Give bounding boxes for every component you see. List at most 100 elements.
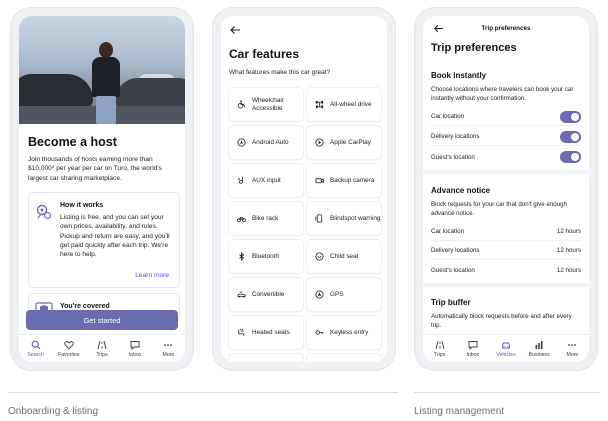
row-label: Guest's location [431, 153, 475, 161]
caption-listing-management: Listing management [414, 406, 505, 417]
learn-more-link[interactable]: Learn more [135, 272, 169, 279]
key-icon [315, 330, 324, 335]
heated-seat-icon [238, 328, 245, 336]
tab-label: Inbox [128, 351, 142, 358]
phone-car-features: Car features What features make this car… [213, 8, 395, 370]
instant-book-toggle[interactable] [560, 110, 581, 123]
tab-vehicles[interactable]: Vehicles [489, 335, 522, 362]
wheelchair-icon [237, 100, 246, 109]
tab-business[interactable]: Business [523, 335, 556, 362]
page-title: Trip preferences [431, 42, 517, 54]
row-value: 12 hours [556, 228, 581, 235]
advance-notice-row-delivery-locations[interactable]: Delivery locations 12 hours [431, 242, 581, 260]
road-icon [435, 340, 445, 349]
section-divider [423, 170, 589, 174]
tab-more[interactable]: More [152, 335, 185, 362]
child-seat-icon [315, 252, 324, 261]
feature-heated-seats[interactable]: Heated seats [229, 316, 303, 349]
feature-label: AUX input [252, 176, 281, 184]
aux-icon [238, 176, 243, 184]
bottom-tab-bar: Search Favorites Trips Inbox More [19, 334, 185, 362]
tab-inbox[interactable]: Inbox [119, 335, 152, 362]
back-arrow-icon[interactable] [229, 24, 241, 36]
tab-trips[interactable]: Trips [85, 335, 118, 362]
how-it-works-title: How it works [60, 202, 104, 209]
gps-icon [315, 290, 324, 299]
section-description-advance-notice: Block requests for your car that don't g… [431, 201, 568, 217]
phone-trip-preferences: Trip preferences Trip preferences Book i… [415, 8, 597, 370]
feature-label: GPS [330, 290, 344, 298]
chat-icon [130, 340, 140, 350]
caption-onboarding: Onboarding & listing [8, 406, 99, 417]
feature-blindspot-warning[interactable]: Blindspot warning [307, 202, 381, 235]
feature-aux-input[interactable]: AUX input [229, 164, 303, 197]
nav-header-title: Trip preferences [481, 25, 531, 32]
row-label: Car location [431, 113, 465, 120]
tab-label: More [162, 351, 175, 358]
row-label: Delivery locations [431, 133, 480, 140]
tab-search[interactable]: Search [19, 335, 52, 362]
section-title-trip-buffer: Trip buffer [431, 298, 471, 307]
screen-trip-preferences: Trip preferences Trip preferences Book i… [423, 16, 589, 362]
feature-apple-carplay[interactable]: Apple CarPlay [307, 126, 381, 159]
feature-backup-camera[interactable]: Backup camera [307, 164, 381, 197]
heart-icon [64, 340, 74, 349]
advance-notice-row-guests-location[interactable]: Guest's location 12 hours [431, 261, 581, 279]
tab-inbox[interactable]: Inbox [456, 335, 489, 362]
feature-all-wheel-drive[interactable]: All-wheel drive [307, 88, 381, 121]
bar-chart-icon [535, 340, 543, 349]
feature-gps[interactable]: GPS [307, 278, 381, 311]
showcase: Become a host Join thousands of hosts ea… [0, 0, 608, 421]
instant-book-toggle[interactable] [560, 151, 581, 163]
feature-android-auto[interactable]: Android Auto [229, 126, 303, 159]
carplay-icon [315, 138, 324, 147]
feature-bike-rack[interactable]: Bike rack [229, 202, 303, 235]
blindspot-icon [315, 214, 323, 223]
feature-label: Heated seats [252, 328, 290, 336]
page-title: Become a host [28, 135, 117, 149]
row-value: 12 hours [556, 247, 581, 254]
tab-label: Business [528, 351, 550, 358]
tab-label: Trips [433, 351, 446, 358]
how-it-works-description: Listing is free, and you can set your ow… [60, 214, 170, 259]
gears-icon [36, 204, 52, 220]
section-title-advance-notice: Advance notice [431, 186, 491, 195]
page-subtitle: What features make this car great? [229, 69, 331, 76]
caption-rule [414, 392, 600, 393]
android-auto-icon [237, 138, 246, 147]
row-value: 12 hours [556, 266, 581, 274]
section-title-book-instantly: Book instantly [431, 71, 487, 80]
car-icon [502, 342, 510, 348]
bluetooth-icon [239, 252, 245, 261]
feature-convertible[interactable]: Convertible [229, 278, 303, 311]
more-icon [164, 343, 173, 346]
get-started-button[interactable]: Get started [26, 310, 178, 330]
advance-notice-row-car-location[interactable]: Car location 12 hours [431, 223, 581, 241]
feature-label: Android Auto [252, 138, 289, 146]
tab-trips[interactable]: Trips [423, 335, 456, 362]
feature-label: Convertible [252, 290, 285, 298]
section-description-trip-buffer: Automatically block requests before and … [431, 313, 572, 329]
search-icon [31, 340, 40, 349]
instant-book-row-guests-location: Guest's location [431, 148, 581, 166]
screen-become-host: Become a host Join thousands of hosts ea… [19, 16, 185, 362]
tab-favorites[interactable]: Favorites [52, 335, 85, 362]
tab-label: Favorites [58, 351, 80, 358]
row-label: Car location [431, 228, 465, 235]
feature-label: Bike rack [252, 214, 279, 222]
feature-child-seat[interactable]: Child seat [307, 240, 381, 273]
instant-book-toggle[interactable] [560, 130, 581, 143]
convertible-icon [237, 291, 246, 298]
feature-label: Blindspot warning [330, 214, 381, 222]
feature-label: Backup camera [330, 176, 375, 184]
feature-bluetooth[interactable]: Bluetooth [229, 240, 303, 273]
tab-more[interactable]: More [556, 335, 589, 362]
feature-label: Bluetooth [252, 252, 280, 260]
feature-label: All-wheel drive [330, 100, 372, 108]
page-title: Car features [229, 47, 300, 61]
section-description-book-instantly: Choose locations where travelers can boo… [431, 86, 574, 102]
feature-keyless-entry[interactable]: Keyless entry [307, 316, 381, 349]
host-description: Join thousands of hosts earning more tha… [28, 156, 162, 182]
tab-label: Search [27, 351, 44, 358]
feature-wheelchair-accessible[interactable]: Wheelchair Accessible [229, 88, 303, 121]
